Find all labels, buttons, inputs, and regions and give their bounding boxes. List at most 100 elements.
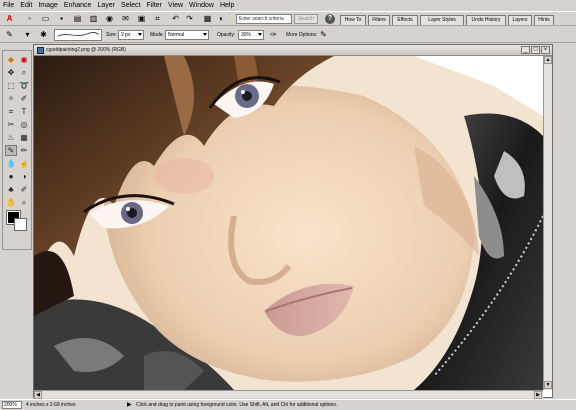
menu-window[interactable]: Window	[189, 0, 214, 11]
zoom-tool-icon[interactable]: ⌕	[18, 67, 30, 78]
blur-tool-icon[interactable]: 💧	[5, 158, 17, 169]
background-color-swatch[interactable]	[14, 218, 27, 231]
brush-preview[interactable]	[54, 29, 102, 41]
smudge-tool-icon[interactable]: ☝	[18, 158, 30, 169]
step-backward-icon[interactable]: ↶	[170, 14, 181, 24]
tab-layers[interactable]: Layers	[508, 15, 532, 25]
tab-hints[interactable]: Hints	[534, 15, 554, 25]
portrait-painting	[34, 56, 543, 390]
vertical-scrollbar[interactable]: ▲ ▼	[543, 56, 552, 390]
mode-label: Mode:	[150, 32, 164, 38]
opacity-field[interactable]: 30%	[238, 30, 264, 40]
search-input[interactable]: Enter search criteria	[236, 14, 292, 24]
dodge-tool-icon[interactable]: ◑	[18, 171, 30, 182]
mode-select[interactable]: Normal	[165, 30, 209, 40]
opacity-value: 30%	[241, 32, 252, 38]
horizontal-scrollbar[interactable]: ◀ ▶	[34, 390, 543, 399]
options-bar: ✎ ▾ ✱ Size: 2 px Mode: Normal Opacity: 3…	[0, 27, 576, 43]
photo-icon[interactable]: ▣	[136, 14, 147, 24]
type-tool-icon[interactable]: T	[18, 106, 30, 117]
crop-icon[interactable]: ⌗	[152, 14, 163, 24]
image-canvas[interactable]	[34, 56, 543, 390]
maximize-button[interactable]: □	[531, 46, 540, 54]
crop-tool-icon[interactable]: ⌗	[5, 106, 17, 117]
minimize-button[interactable]: _	[521, 46, 530, 54]
magic-wand-icon[interactable]: ✧	[5, 93, 17, 104]
document-size: 4 inches x 2.69 inches	[26, 402, 76, 408]
email-icon[interactable]: ✉	[120, 14, 131, 24]
paint-bucket-icon[interactable]: ♨	[5, 132, 17, 143]
scroll-left-icon[interactable]: ◀	[34, 391, 42, 399]
status-menu-arrow-icon[interactable]: ▶	[127, 402, 132, 409]
size-value: 2 px	[121, 32, 131, 38]
red-eye-icon[interactable]: ◎	[18, 119, 30, 130]
menu-view[interactable]: View	[168, 0, 183, 11]
more-options-icon[interactable]: ✎	[318, 30, 329, 40]
menu-layer[interactable]: Layer	[97, 0, 115, 11]
lasso-tool-icon[interactable]: ➰	[18, 80, 30, 91]
close-button[interactable]: ×	[541, 46, 550, 54]
opacity-label: Opacity:	[217, 32, 236, 38]
scroll-right-icon[interactable]: ▶	[534, 391, 542, 399]
brush-preset-icon[interactable]: ▾	[22, 30, 33, 40]
print-icon[interactable]: ▤	[72, 14, 83, 24]
impressionist-brush-icon[interactable]: ✏	[18, 145, 30, 156]
more-options-label: More Options:	[286, 32, 318, 38]
menu-help[interactable]: Help	[220, 0, 234, 11]
tab-how-to[interactable]: How To	[340, 15, 366, 25]
menu-bar: File Edit Image Enhance Layer Select Fil…	[0, 0, 576, 11]
menu-filter[interactable]: Filter	[146, 0, 162, 11]
help-icon[interactable]: ?	[325, 14, 335, 24]
chevron-down-icon	[138, 33, 142, 36]
adobe-logo-icon[interactable]: A	[4, 14, 15, 24]
menu-select[interactable]: Select	[121, 0, 140, 11]
menu-file[interactable]: File	[3, 0, 14, 11]
brush-tool-icon[interactable]: ✎	[4, 30, 15, 40]
airbrush-icon[interactable]: ✱	[38, 30, 49, 40]
size-label: Size:	[106, 32, 118, 38]
size-field[interactable]: 2 px	[118, 30, 144, 40]
document-titlebar[interactable]: cgaddpainting2.png @ 200% (RGB) _ □ ×	[34, 45, 552, 56]
brush-tool-icon[interactable]: ✎	[5, 145, 17, 156]
search-button[interactable]: Search	[294, 14, 318, 24]
eye-icon[interactable]: ◉	[18, 54, 30, 65]
file-browser-icon[interactable]: ▦	[202, 14, 213, 24]
clone-stamp-icon[interactable]: ♣	[5, 184, 17, 195]
menu-image[interactable]: Image	[38, 0, 57, 11]
scroll-up-icon[interactable]: ▲	[544, 56, 552, 64]
tablet-options-icon[interactable]: ✑	[268, 30, 279, 40]
tab-filters[interactable]: Filters	[368, 15, 390, 25]
status-hint: Click and drag to paint using foreground…	[136, 402, 338, 408]
tab-undo-history[interactable]: Undo History	[466, 15, 506, 25]
tab-effects[interactable]: Effects	[392, 15, 418, 25]
new-file-icon[interactable]: ▫	[24, 14, 35, 24]
magnify-tool-icon[interactable]: ⌕	[18, 197, 30, 208]
sponge-tool-icon[interactable]: ●	[5, 171, 17, 182]
scroll-down-icon[interactable]: ▼	[544, 381, 552, 389]
save-icon[interactable]: ▪	[56, 14, 67, 24]
step-forward-icon[interactable]: ↷	[184, 14, 195, 24]
adobe-photoshop-icon[interactable]: ◆	[5, 54, 17, 65]
status-bar: 200% 4 inches x 2.69 inches ▶ Click and …	[0, 399, 576, 410]
brush-stroke-preview	[57, 32, 100, 37]
hand-tool-icon[interactable]: ✋	[5, 197, 17, 208]
zoom-field[interactable]: 200%	[2, 401, 22, 409]
cookie-cutter-icon[interactable]: ✂	[5, 119, 17, 130]
marquee-tool-icon[interactable]: ⬚	[5, 80, 17, 91]
chevron-down-icon	[258, 33, 262, 36]
document-icon	[37, 47, 44, 54]
chevron-down-icon	[203, 33, 207, 36]
eyedropper-icon[interactable]: ✐	[18, 184, 30, 195]
color-variations-icon[interactable]: ◐	[216, 14, 227, 24]
tab-layer-styles[interactable]: Layer Styles	[420, 15, 464, 25]
print-preview-icon[interactable]: ▥	[88, 14, 99, 24]
menu-edit[interactable]: Edit	[20, 0, 32, 11]
selection-brush-icon[interactable]: ✐	[18, 93, 30, 104]
web-icon[interactable]: ◉	[104, 14, 115, 24]
move-tool-icon[interactable]: ✥	[5, 67, 17, 78]
menu-enhance[interactable]: Enhance	[64, 0, 92, 11]
gradient-tool-icon[interactable]: ▦	[18, 132, 30, 143]
shortcuts-bar: A ▫ ▭ ▪ ▤ ▥ ◉ ✉ ▣ ⌗ ↶ ↷ ▦ ◐ Enter search…	[0, 11, 576, 26]
document-title: cgaddpainting2.png @ 200% (RGB)	[46, 47, 126, 53]
open-file-icon[interactable]: ▭	[40, 14, 51, 24]
